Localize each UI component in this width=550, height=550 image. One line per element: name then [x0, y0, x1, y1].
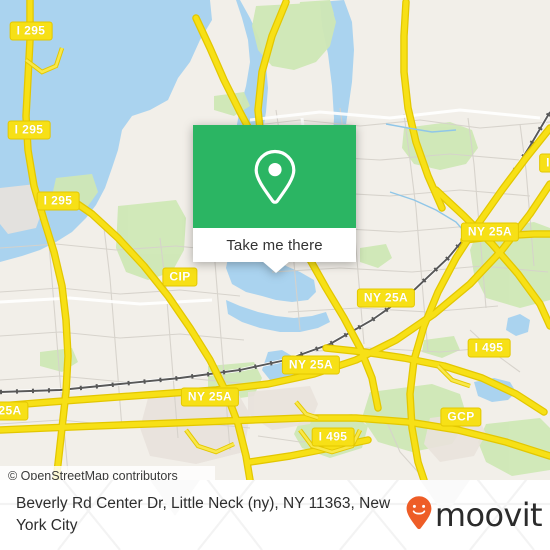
road-shield-ny25a-2: NY 25A	[356, 288, 416, 308]
water-pond-ne	[506, 314, 530, 336]
callout-pointer-tail	[262, 261, 290, 273]
take-me-there-button[interactable]: Take me there	[226, 238, 322, 253]
map-attribution[interactable]: © OpenStreetMap contributors	[0, 466, 215, 480]
road-shield-ny25a-3: NY 25A	[281, 355, 341, 375]
moovit-logo[interactable]: moovit	[405, 495, 543, 536]
moovit-wordmark: moovit	[434, 496, 543, 534]
callout-icon-panel	[193, 125, 356, 228]
map-pin-icon	[252, 148, 298, 206]
attribution-text: © OpenStreetMap contributors	[8, 468, 178, 480]
road-shield-edge-right: I	[539, 153, 550, 173]
address-text: Beverly Rd Center Dr, Little Neck (ny), …	[16, 495, 391, 534]
park-tiny-1	[360, 244, 392, 268]
moovit-pin-logo-icon	[405, 495, 433, 536]
road-shield-i295-1: I 295	[9, 21, 53, 41]
road-shield-i295-3: I 295	[36, 191, 80, 211]
callout-action-bar[interactable]: Take me there	[193, 228, 356, 262]
road-shield-25a-edge: 25A	[0, 401, 29, 421]
road-shield-cip: CIP	[162, 267, 198, 287]
road-shield-gcp: GCP	[440, 407, 482, 427]
map-canvas[interactable]: I 295 I 295 I 295 CIP NY 25A NY 25A I 49…	[0, 0, 550, 480]
road-shield-i495-1: I 495	[467, 338, 511, 358]
water-channel-south	[226, 300, 330, 332]
road-shield-ny25a-4: NY 25A	[180, 387, 240, 407]
road-shield-i295-2: I 295	[7, 120, 51, 140]
road-shield-i495-2: I 495	[311, 427, 355, 447]
location-callout-card[interactable]: Take me there	[193, 125, 356, 273]
footer-bar: Beverly Rd Center Dr, Little Neck (ny), …	[0, 480, 550, 550]
map-screenshot: I 295 I 295 I 295 CIP NY 25A NY 25A I 49…	[0, 0, 550, 550]
road-shield-ny25a-1: NY 25A	[460, 222, 520, 242]
